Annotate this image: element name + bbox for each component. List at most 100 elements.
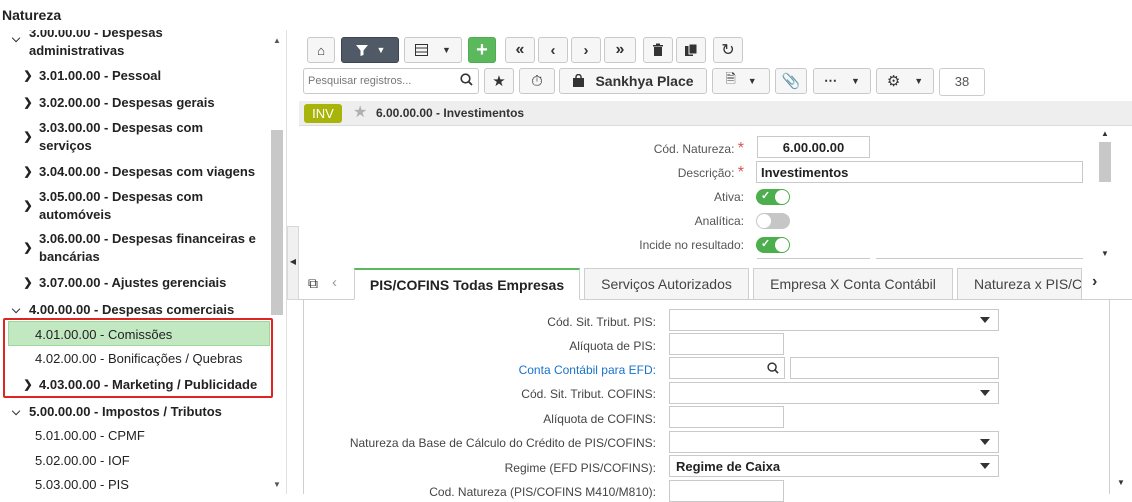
aliquota-pis-label: Alíquota de PIS: (569, 339, 656, 353)
double-chevron-left-icon: « (515, 41, 525, 58)
chevron-right-icon: › (583, 41, 589, 59)
tab-empresa-conta[interactable]: Empresa X Conta Contábil (753, 268, 953, 300)
conta-contabil-desc-field (790, 357, 999, 379)
scroll-down-icon[interactable]: ▼ (1114, 478, 1128, 487)
aliquota-pis-field[interactable] (669, 333, 784, 355)
hidden-field (757, 258, 870, 261)
caret-down-icon (980, 439, 990, 445)
attach-button[interactable]: 📎 (775, 68, 807, 94)
home-button[interactable]: ⌂ (307, 37, 335, 63)
refresh-button[interactable]: ↻ (713, 37, 743, 63)
chevron-right-icon[interactable]: ❯ (22, 70, 34, 82)
star-icon: ★ (492, 73, 506, 90)
natureza-bc-select[interactable] (669, 431, 999, 453)
record-count: 38 (939, 68, 985, 96)
chevron-right-icon[interactable]: ❯ (22, 242, 34, 254)
next-record-button[interactable]: › (571, 37, 601, 63)
cst-pis-select[interactable] (669, 309, 999, 331)
favorite-button[interactable]: ★ (484, 68, 514, 94)
document-icon: 🗎 (725, 71, 736, 86)
copy-tabs-icon[interactable]: ⧉ (308, 275, 318, 292)
analitica-toggle[interactable] (756, 213, 790, 229)
copy-button[interactable] (676, 37, 706, 63)
stopwatch-icon: ⏱ (531, 72, 543, 90)
window-title: Natureza (2, 7, 62, 23)
chevron-right-icon[interactable]: ❯ (22, 166, 34, 178)
aliquota-cofins-field[interactable] (669, 406, 784, 428)
sankhya-place-button[interactable]: Sankhya Place (559, 68, 707, 94)
chevron-down-icon[interactable]: ⌵ (10, 406, 22, 418)
star-icon[interactable]: ★ (353, 102, 367, 122)
filter-button[interactable]: ▼ (341, 37, 399, 63)
scroll-down-icon[interactable]: ▼ (1099, 249, 1111, 258)
table-icon (415, 44, 429, 56)
add-button[interactable]: + (468, 37, 496, 63)
more-actions-button[interactable]: ⋯ ▼ (813, 68, 871, 94)
conta-contabil-efd-field[interactable] (669, 357, 785, 379)
search-icon[interactable] (767, 362, 779, 374)
hidden-field (876, 258, 1083, 261)
grid-view-button[interactable]: ▼ (404, 37, 462, 63)
check-icon: ✓ (761, 190, 771, 202)
caret-down-icon (980, 390, 990, 396)
reports-button[interactable]: 🗎 ▼ (712, 68, 770, 94)
timer-button[interactable]: ⏱ (519, 68, 555, 94)
cst-cofins-select[interactable] (669, 382, 999, 404)
tab-pis-cofins[interactable]: PIS/COFINS Todas Empresas (354, 268, 580, 300)
search-input[interactable]: Pesquisar registros... (303, 68, 479, 94)
cod-natureza-field[interactable]: 6.00.00.00 (757, 136, 870, 158)
chevron-right-icon[interactable]: ❯ (22, 200, 34, 212)
cod-natureza-m410-label: Cod. Natureza (PIS/COFINS M410/M810): (429, 485, 656, 499)
regime-label: Regime (EFD PIS/COFINS): (504, 461, 656, 475)
main-scrollbar[interactable]: ▼ (1114, 300, 1128, 494)
check-icon: ✓ (761, 238, 771, 250)
chevron-right-icon[interactable]: ❯ (22, 277, 34, 289)
settings-button[interactable]: ⚙ ▼ (876, 68, 934, 94)
chevron-down-icon[interactable]: ⌵ (10, 33, 22, 45)
prev-record-button[interactable]: ‹ (538, 37, 568, 63)
double-chevron-right-icon: » (615, 41, 625, 58)
regime-select[interactable]: Regime de Caixa (669, 455, 999, 477)
tab-natureza-pis[interactable]: Natureza x PIS/C (957, 268, 1082, 300)
caret-down-icon: ▼ (747, 76, 757, 86)
tabs-scroll-left-icon[interactable]: ‹ (332, 274, 337, 291)
tabs-scroll-right-icon[interactable]: › (1092, 273, 1097, 291)
cod-natureza-m410-field[interactable] (669, 480, 784, 502)
cst-cofins-label: Cód. Sit. Tribut. COFINS: (521, 387, 656, 401)
chevron-right-icon[interactable]: ❯ (22, 131, 34, 143)
scrollbar-thumb[interactable] (1099, 142, 1111, 182)
search-icon[interactable] (460, 73, 473, 89)
filter-icon (355, 45, 368, 56)
delete-button[interactable] (643, 37, 673, 63)
caret-down-icon: ▼ (442, 45, 451, 55)
incide-toggle[interactable]: ✓ (756, 237, 790, 253)
descricao-label: Descrição: * (677, 164, 744, 181)
last-record-button[interactable]: » (604, 37, 636, 63)
plus-icon: + (476, 38, 488, 61)
scrollbar-thumb[interactable] (271, 130, 283, 315)
ativa-toggle[interactable]: ✓ (756, 189, 790, 205)
cst-pis-label: Cód. Sit. Tribut. PIS: (547, 315, 656, 329)
form-scrollbar[interactable]: ▲ ▼ (1099, 127, 1111, 261)
caret-down-icon: ▼ (914, 76, 924, 86)
record-badge: INV (304, 104, 342, 123)
first-record-button[interactable]: « (505, 37, 535, 63)
scroll-down-icon[interactable]: ▼ (271, 480, 283, 489)
scroll-up-icon[interactable]: ▲ (1099, 129, 1111, 138)
tree-scrollbar[interactable]: ▲ ▼ (271, 30, 283, 494)
analitica-label: Analítica: (694, 214, 744, 228)
cod-natureza-label: Cód. Natureza: * (653, 140, 744, 157)
conta-contabil-efd-link[interactable]: Conta Contábil para EFD: (304, 363, 656, 377)
ativa-label: Ativa: (713, 190, 744, 204)
tab-servicos[interactable]: Serviços Autorizados (584, 268, 749, 300)
gear-icon: ⚙ (886, 73, 901, 90)
caret-left-icon: ◀ (289, 257, 297, 266)
aliquota-cofins-label: Alíquota de COFINS: (543, 412, 656, 426)
ellipsis-icon: ⋯ (824, 73, 838, 88)
descricao-field[interactable]: Investimentos (756, 161, 1083, 183)
highlight-box (3, 318, 273, 398)
chevron-down-icon[interactable]: ⌵ (10, 304, 22, 316)
collapse-panel-button[interactable]: ◀ (287, 226, 299, 300)
scroll-up-icon[interactable]: ▲ (271, 36, 283, 45)
chevron-right-icon[interactable]: ❯ (22, 97, 34, 109)
